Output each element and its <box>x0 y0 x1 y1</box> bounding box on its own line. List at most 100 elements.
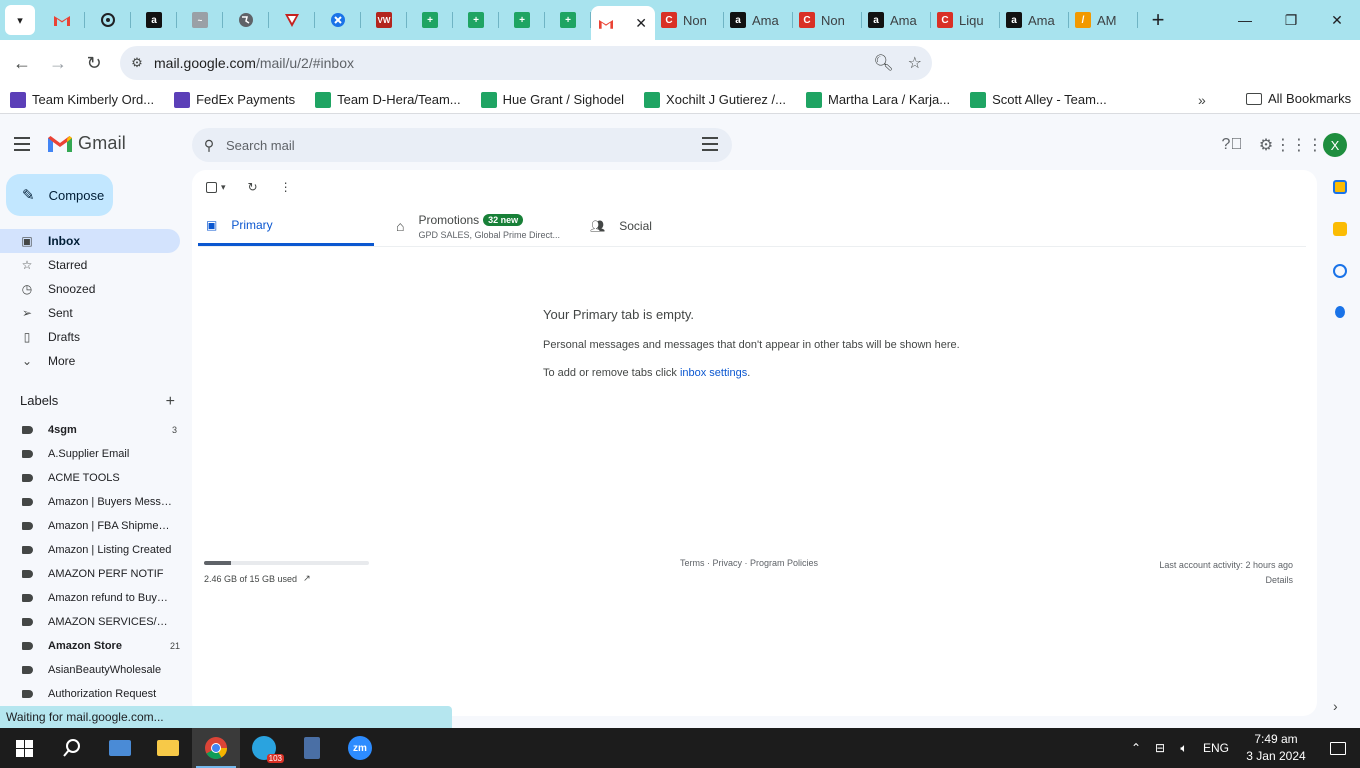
search-bar[interactable]: ⚲ <box>192 128 732 162</box>
label-item[interactable]: Authorization Request <box>0 682 180 706</box>
active-tab-gmail[interactable]: ✕ <box>591 6 655 40</box>
select-all-checkbox[interactable] <box>206 181 217 193</box>
compose-button[interactable]: ✎ Compose <box>6 174 113 216</box>
nav-starred[interactable]: ☆ Starred <box>0 253 180 277</box>
pinned-tab[interactable] <box>269 0 315 40</box>
label-item[interactable]: AMAZON PERF NOTIF <box>0 562 180 586</box>
nav-more[interactable]: ⌄ More <box>0 349 180 373</box>
main-menu-icon[interactable] <box>14 131 40 157</box>
bookmark[interactable]: Scott Alley - Team... <box>970 91 1107 108</box>
nav-snoozed[interactable]: ◷ Snoozed <box>0 277 180 301</box>
pinned-tab[interactable]: a <box>131 0 177 40</box>
label-item[interactable]: AMAZON SERVICES/PAY... <box>0 610 180 634</box>
bookmark[interactable]: Hue Grant / Sighodel <box>480 91 624 108</box>
address-bar[interactable]: ⚙ mail.google.com/mail/u/2/#inbox 🔍︎ ☆ <box>120 46 932 80</box>
label-item[interactable]: AsianBeautyWholesale <box>0 658 180 682</box>
pinned-tab[interactable] <box>85 0 131 40</box>
account-avatar[interactable]: X <box>1323 133 1347 157</box>
site-info-icon[interactable]: ⚙ <box>120 55 154 71</box>
pinned-tab[interactable]: + <box>499 0 545 40</box>
browser-tab[interactable]: a Ama <box>1000 0 1069 40</box>
inbox-settings-link[interactable]: inbox settings <box>680 367 747 379</box>
refresh-icon[interactable]: ↻ <box>248 180 258 194</box>
tab-promotions[interactable]: ⌂ Promotions 32 new GPD SALES, Global Pr… <box>374 206 584 246</box>
notifications-button[interactable] <box>1316 741 1360 755</box>
tasks-icon[interactable] <box>1333 264 1347 278</box>
all-bookmarks-button[interactable]: All Bookmarks <box>1246 91 1351 106</box>
pinned-tab[interactable] <box>315 0 361 40</box>
close-tab-icon[interactable]: ✕ <box>635 15 647 32</box>
apps-grid-icon[interactable]: ⋮⋮⋮ <box>1275 133 1323 157</box>
bookmark[interactable]: Xochilt J Gutierez /... <box>644 91 786 108</box>
chevron-down-icon[interactable]: ▾ <box>221 182 226 193</box>
label-item[interactable]: 4sgm 3 <box>0 418 180 442</box>
browser-tab[interactable]: C Non <box>793 0 862 40</box>
pinned-tab[interactable] <box>39 0 85 40</box>
browser-tab[interactable]: C Non <box>655 0 724 40</box>
open-external-icon[interactable]: ↗ <box>303 573 311 584</box>
label-item[interactable]: Amazon refund to Buyers <box>0 586 180 610</box>
minimize-button[interactable]: — <box>1222 0 1268 40</box>
terms-link[interactable]: Terms <box>680 558 705 568</box>
add-label-icon[interactable]: + <box>166 393 175 411</box>
restore-button[interactable]: ❐ <box>1268 0 1314 40</box>
pinned-tab[interactable]: VW <box>361 0 407 40</box>
close-window-button[interactable]: ✕ <box>1314 0 1360 40</box>
label-item[interactable]: Amazon | Buyers Messa... <box>0 490 180 514</box>
taskbar-telegram[interactable]: 103 <box>240 728 288 768</box>
nav-drafts[interactable]: ▯ Drafts <box>0 325 180 349</box>
back-button[interactable]: ← <box>4 45 40 81</box>
label-item[interactable]: Amazon | Listing Created <box>0 538 180 562</box>
taskbar-calculator[interactable] <box>288 728 336 768</box>
tab-primary[interactable]: ▣ Primary <box>198 206 374 246</box>
pinned-tab[interactable]: + <box>407 0 453 40</box>
bookmark[interactable]: FedEx Payments <box>174 91 295 108</box>
program-policies-link[interactable]: Program Policies <box>750 558 818 568</box>
search-input[interactable] <box>226 137 676 153</box>
help-icon[interactable]: ?⃝ <box>1220 133 1244 157</box>
more-vert-icon[interactable]: ⋮ <box>280 180 292 194</box>
browser-tab[interactable]: C Liqu <box>931 0 1000 40</box>
bookmark[interactable]: Martha Lara / Karja... <box>805 91 950 108</box>
search-taskbar-button[interactable] <box>48 728 96 768</box>
tab-social[interactable]: 👥︎ Social <box>584 206 734 246</box>
browser-tab[interactable]: / AM <box>1069 0 1138 40</box>
taskbar-app[interactable] <box>96 728 144 768</box>
label-item[interactable]: A.Supplier Email <box>0 442 180 466</box>
forward-button[interactable]: → <box>40 45 76 81</box>
pinned-tab[interactable]: ~ <box>177 0 223 40</box>
taskbar-zoom[interactable]: zm <box>336 728 384 768</box>
network-icon[interactable]: ⊟ <box>1148 741 1172 755</box>
volume-icon[interactable]: 🔈︎ <box>1172 741 1196 756</box>
label-item[interactable]: Amazon | FBA Shipments <box>0 514 180 538</box>
new-tab-button[interactable]: + <box>1142 4 1174 36</box>
start-button[interactable] <box>0 728 48 768</box>
bookmark-star-icon[interactable]: ☆ <box>908 53 922 73</box>
language-indicator[interactable]: ENG <box>1196 741 1236 755</box>
privacy-link[interactable]: Privacy <box>713 558 743 568</box>
keep-icon[interactable] <box>1333 222 1347 236</box>
taskbar-chrome[interactable] <box>192 728 240 768</box>
details-link[interactable]: Details <box>1159 573 1293 588</box>
search-options-icon[interactable] <box>702 137 718 151</box>
calendar-icon[interactable] <box>1333 180 1347 194</box>
taskbar-explorer[interactable] <box>144 728 192 768</box>
label-item[interactable]: ACME TOOLS <box>0 466 180 490</box>
bookmark[interactable]: Team Kimberly Ord... <box>10 91 154 108</box>
gmail-logo[interactable]: Gmail <box>48 133 126 154</box>
reload-button[interactable]: ↻ <box>76 45 112 81</box>
more-bookmarks-icon[interactable]: » <box>1198 92 1206 108</box>
pinned-tab[interactable]: + <box>453 0 499 40</box>
pinned-tab[interactable]: + <box>545 0 591 40</box>
label-item[interactable]: Amazon Store 21 <box>0 634 180 658</box>
tab-search-button[interactable]: ▾ <box>5 5 35 35</box>
browser-tab[interactable]: a Ama <box>724 0 793 40</box>
bookmark[interactable]: Team D-Hera/Team... <box>315 91 461 108</box>
contacts-icon[interactable] <box>1335 306 1345 318</box>
expand-panel-icon[interactable]: › <box>1333 698 1338 714</box>
show-hidden-icons-icon[interactable]: ⌃ <box>1124 741 1148 755</box>
pinned-tab[interactable] <box>223 0 269 40</box>
nav-inbox[interactable]: ▣ Inbox <box>0 229 180 253</box>
nav-sent[interactable]: ➢ Sent <box>0 301 180 325</box>
browser-tab[interactable]: a Ama <box>862 0 931 40</box>
